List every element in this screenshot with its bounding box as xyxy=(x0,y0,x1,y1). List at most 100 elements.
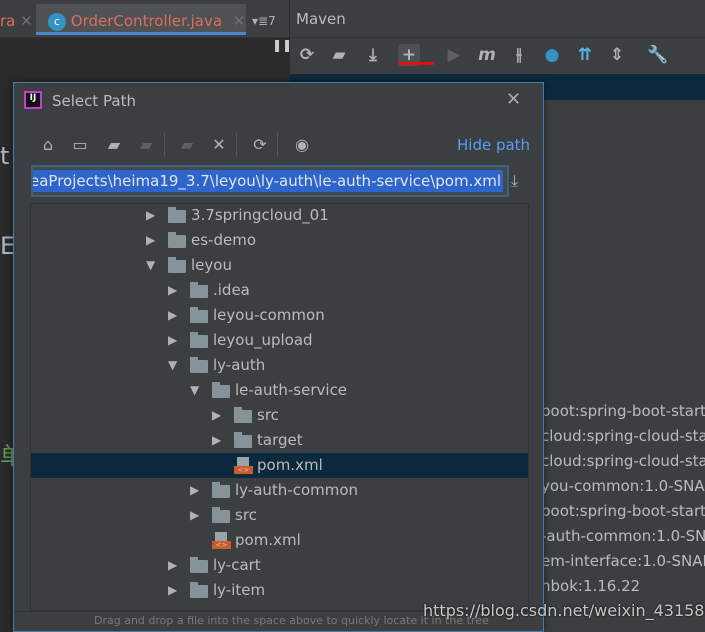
expanded-arrow-icon[interactable]: ▼ xyxy=(190,378,199,403)
maven-dependency[interactable]: boot:spring-boot-start xyxy=(541,502,705,520)
collapsed-arrow-icon[interactable]: ▶ xyxy=(168,553,177,578)
tree-row[interactable]: ▶ .idea xyxy=(31,278,528,303)
maven-dependency[interactable]: nbok:1.16.22 xyxy=(541,577,705,595)
expanded-arrow-icon[interactable]: ▼ xyxy=(168,353,177,378)
expanded-arrow-icon[interactable]: ▼ xyxy=(146,253,155,278)
reload-icon[interactable]: ⟳ xyxy=(296,44,318,66)
tree-row[interactable]: <> pom.xml xyxy=(31,528,528,553)
tree-row[interactable]: ▼ ly-auth xyxy=(31,353,528,378)
folder-icon xyxy=(212,382,230,398)
tree-row[interactable]: ▶ ly-item xyxy=(31,578,528,603)
tree-row-label: src xyxy=(257,406,279,424)
separator xyxy=(164,133,165,157)
intellij-logo-icon: IJ xyxy=(24,91,42,109)
collapsed-arrow-icon[interactable]: ▶ xyxy=(168,578,177,603)
show-dependencies-icon[interactable]: ⇈ xyxy=(574,44,596,66)
tree-row[interactable]: ▼ leyou xyxy=(31,253,528,278)
folder-icon xyxy=(190,557,208,573)
tree-row[interactable]: ▶ es-demo xyxy=(31,228,528,253)
collapsed-arrow-icon[interactable]: ▶ xyxy=(168,303,177,328)
folder-icon xyxy=(168,232,186,248)
tree-row[interactable]: ▶ src xyxy=(31,403,528,428)
tree-row[interactable]: ▶ ly-auth-common xyxy=(31,478,528,503)
home-icon[interactable]: ⌂ xyxy=(38,135,58,155)
collapse-all-icon[interactable]: ⇕ xyxy=(606,44,628,66)
collapsed-arrow-icon[interactable]: ▶ xyxy=(168,328,177,353)
collapsed-arrow-icon[interactable]: ▶ xyxy=(146,204,155,228)
tree-row[interactable]: ▶ leyou_upload xyxy=(31,328,528,353)
maven-dependency[interactable]: em-interface:1.0-SNAI xyxy=(541,552,705,570)
folder-icon xyxy=(212,507,230,523)
folder-icon xyxy=(190,332,208,348)
download-icon[interactable]: ⤓ xyxy=(362,44,384,66)
settings-icon[interactable]: 🔧 xyxy=(647,44,669,66)
refresh-icon[interactable]: ⟳ xyxy=(250,135,270,155)
generate-sources-icon[interactable]: ▰ xyxy=(328,44,350,66)
skip-tests-icon[interactable]: ● xyxy=(541,44,563,66)
show-hidden-icon[interactable]: ◉ xyxy=(292,135,312,155)
maven-header: Maven xyxy=(290,0,705,38)
folder-icon xyxy=(212,482,230,498)
folder-icon xyxy=(190,582,208,598)
module-folder-icon[interactable]: ▰ xyxy=(136,135,156,155)
dialog-title: Select Path xyxy=(52,92,136,110)
path-input[interactable]: eaProjects\heima19_3.7\leyou\ly-auth\le-… xyxy=(31,165,509,197)
tree-row-label: le-auth-service xyxy=(235,381,348,399)
collapsed-arrow-icon[interactable]: ▶ xyxy=(212,428,221,453)
tree-row-label: ly-cart xyxy=(213,556,261,574)
maven-dependency[interactable]: boot:spring-boot-start xyxy=(541,402,705,420)
folder-icon xyxy=(234,432,252,448)
maven-dependency[interactable]: -auth-common:1.0-SN/ xyxy=(541,527,705,545)
collapsed-arrow-icon[interactable]: ▶ xyxy=(168,278,177,303)
collapsed-arrow-icon[interactable]: ▶ xyxy=(146,228,155,253)
tree-row[interactable]: ▶ leyou-common xyxy=(31,303,528,328)
tree-row-label: leyou-common xyxy=(213,306,325,324)
tree-row-label: ly-auth xyxy=(213,356,266,374)
project-folder-icon[interactable]: ▰ xyxy=(104,135,124,155)
run-icon[interactable]: ▶ xyxy=(443,44,465,66)
tab-overflow-button[interactable]: ▾≣7 xyxy=(252,4,276,35)
tab-order-controller[interactable]: c OrderController.java ✕ xyxy=(36,4,246,35)
collapsed-arrow-icon[interactable]: ▶ xyxy=(212,403,221,428)
xml-file-icon: <> xyxy=(212,532,231,549)
folder-icon xyxy=(168,257,186,273)
maven-title: Maven xyxy=(296,10,346,28)
tree-row[interactable]: ▼ le-auth-service xyxy=(31,378,528,403)
file-tree[interactable]: ▶ 3.7springcloud_01 ▶ es-demo ▼ leyou ▶ .idea ▶ l… xyxy=(30,203,529,611)
folder-icon xyxy=(190,282,208,298)
maven-goal-icon[interactable]: m xyxy=(476,44,498,66)
maven-dependency[interactable]: you-common:1.0-SNA xyxy=(541,477,705,495)
select-path-dialog: IJ Select Path ✕ ⌂ ▭ ▰ ▰ ▰ ✕ ⟳ ◉ Hide pa… xyxy=(13,82,544,632)
download-icon[interactable]: ⤓ xyxy=(511,171,518,191)
tab-label: ra xyxy=(0,12,16,30)
collapsed-arrow-icon[interactable]: ▶ xyxy=(190,478,199,503)
folder-icon xyxy=(190,357,208,373)
tab-count: 7 xyxy=(268,14,276,28)
tree-row-label: ly-auth-common xyxy=(235,481,359,499)
hide-path-link[interactable]: Hide path xyxy=(457,136,530,154)
tree-row[interactable]: ▶ src xyxy=(31,503,528,528)
close-icon[interactable]: ✕ xyxy=(506,89,521,110)
red-annotation xyxy=(398,62,434,65)
collapsed-arrow-icon[interactable]: ▶ xyxy=(190,503,199,528)
desktop-icon[interactable]: ▭ xyxy=(70,135,90,155)
tree-row-label: leyou xyxy=(191,256,232,274)
folder-icon xyxy=(234,407,252,423)
maven-dependency[interactable]: cloud:spring-cloud-sta xyxy=(541,452,705,470)
delete-icon[interactable]: ✕ xyxy=(209,135,229,155)
close-icon[interactable]: ✕ xyxy=(20,12,33,30)
toggle-offline-icon[interactable]: ⫲ xyxy=(508,44,530,66)
tree-row[interactable]: ▶ ly-cart xyxy=(31,553,528,578)
new-folder-icon[interactable]: ▰ xyxy=(177,135,197,155)
close-icon[interactable]: ✕ xyxy=(233,12,246,30)
tree-row[interactable]: <> pom.xml xyxy=(31,453,528,478)
tree-row-label: ly-item xyxy=(213,581,266,599)
tab-previous[interactable]: ra ✕ xyxy=(0,4,33,35)
folder-icon xyxy=(168,207,186,223)
tree-row-label: es-demo xyxy=(191,231,256,249)
maven-dependency[interactable]: cloud:spring-cloud-sta xyxy=(541,427,705,445)
tree-row-label: leyou_upload xyxy=(213,331,313,349)
tree-row[interactable]: ▶ target xyxy=(31,428,528,453)
tree-row[interactable]: ▶ 3.7springcloud_01 xyxy=(31,204,528,228)
tree-row-label: target xyxy=(257,431,303,449)
